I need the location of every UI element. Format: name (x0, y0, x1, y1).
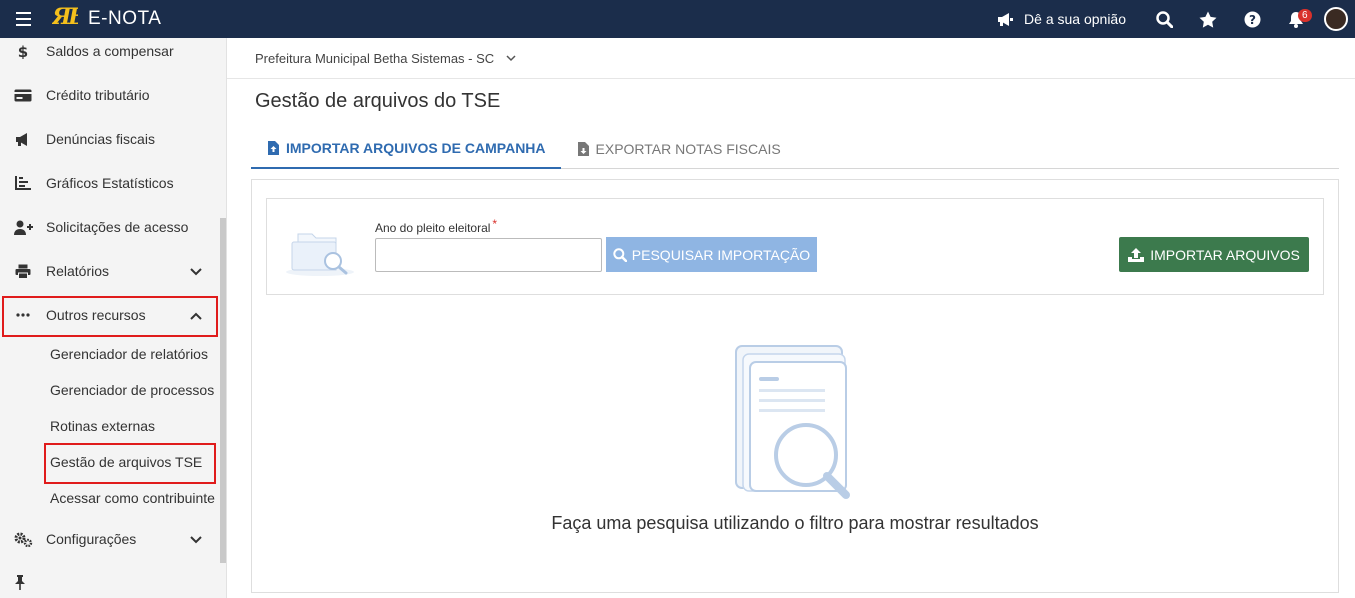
chevron-down-icon (190, 263, 202, 279)
submenu-item-gerenciador-processos[interactable]: Gerenciador de processos (50, 372, 218, 408)
search-import-button[interactable]: PESQUISAR IMPORTAÇÃO (606, 237, 817, 272)
svg-text:$: $ (18, 43, 28, 59)
sidebar-item-label: Denúncias fiscais (46, 131, 155, 147)
sidebar-item-graficos[interactable]: Gráficos Estatísticos (0, 161, 220, 205)
file-upload-icon (268, 141, 279, 155)
feedback-button[interactable]: Dê a sua opnião (997, 11, 1126, 27)
tab-bar: IMPORTAR ARQUIVOS DE CAMPANHA EXPORTAR N… (251, 129, 1339, 169)
highlight-outros-recursos (2, 296, 218, 337)
notifications-button[interactable]: 6 (1274, 8, 1318, 28)
star-icon (1199, 11, 1217, 28)
year-input[interactable] (375, 238, 602, 272)
search-icon (1155, 10, 1173, 28)
user-avatar[interactable] (1324, 7, 1348, 31)
tab-label: EXPORTAR NOTAS FISCAIS (595, 141, 781, 157)
search-import-label: PESQUISAR IMPORTAÇÃO (631, 246, 811, 263)
sidebar-item-credito[interactable]: Crédito tributário (0, 73, 220, 117)
user-plus-icon (0, 220, 46, 235)
svg-text:ЯB: ЯB (52, 4, 78, 28)
megaphone-icon (998, 12, 1014, 26)
submenu-item-rotinas-externas[interactable]: Rotinas externas (50, 408, 220, 444)
file-download-icon (577, 142, 589, 156)
import-files-button[interactable]: IMPORTAR ARQUIVOS (1119, 237, 1309, 272)
sidebar: $ Saldos a compensar Crédito tributário … (0, 38, 227, 598)
credit-card-icon (0, 89, 46, 102)
required-mark: * (492, 217, 498, 231)
sidebar-item-label: Saldos a compensar (46, 43, 174, 59)
empty-document-search-icon (728, 342, 858, 509)
sidebar-item-label: Crédito tributário (46, 87, 150, 103)
help-button[interactable]: ? (1230, 11, 1274, 28)
svg-text:?: ? (1249, 13, 1256, 27)
tab-exportar-notas[interactable]: EXPORTAR NOTAS FISCAIS (561, 129, 796, 169)
year-field-label: Ano do pleito eleitoral * (375, 217, 497, 235)
sidebar-scrollbar[interactable] (220, 218, 226, 563)
favorites-button[interactable] (1186, 11, 1230, 28)
tab-importar-arquivos[interactable]: IMPORTAR ARQUIVOS DE CAMPANHA (251, 129, 561, 169)
sidebar-item-relatorios[interactable]: Relatórios (0, 249, 220, 293)
search-button[interactable] (1142, 10, 1186, 28)
sidebar-item-label: Relatórios (46, 263, 110, 279)
folder-search-icon (284, 228, 356, 283)
year-field-label-text: Ano do pleito eleitoral (375, 221, 491, 235)
upload-icon (1128, 247, 1145, 262)
notification-badge: 6 (1298, 8, 1312, 22)
import-files-label: IMPORTAR ARQUIVOS (1150, 246, 1300, 263)
sidebar-item-solicitacoes[interactable]: Solicitações de acesso (0, 205, 220, 249)
pin-icon[interactable] (14, 575, 26, 595)
chevron-down-icon (190, 531, 202, 547)
help-icon: ? (1244, 11, 1260, 27)
sidebar-item-configuracoes[interactable]: Configurações (0, 517, 220, 561)
sidebar-item-saldos[interactable]: $ Saldos a compensar (0, 29, 220, 73)
entity-selector[interactable]: Prefeitura Municipal Betha Sistemas - SC (227, 38, 1355, 79)
menu-icon[interactable] (0, 10, 46, 28)
submenu-item-gerenciador-relatorios[interactable]: Gerenciador de relatórios (50, 336, 220, 372)
tab-label: IMPORTAR ARQUIVOS DE CAMPANHA (286, 140, 546, 156)
dollar-icon: $ (0, 43, 46, 59)
feedback-label: Dê a sua opnião (1024, 11, 1126, 27)
megaphone-icon (0, 132, 46, 147)
page-title: Gestão de arquivos do TSE (255, 90, 501, 112)
highlight-gestao-tse (44, 443, 216, 484)
printer-icon (0, 264, 46, 279)
app-title: E-NOTA (88, 8, 162, 29)
chevron-down-icon (506, 54, 516, 61)
submenu-item-acessar-contribuinte[interactable]: Acessar como contribuinte (50, 480, 218, 516)
empty-state-message: Faça uma pesquisa utilizando o filtro pa… (551, 513, 1039, 533)
search-icon (613, 247, 627, 262)
sidebar-item-label: Solicitações de acesso (46, 219, 189, 235)
gears-icon (0, 532, 46, 547)
sidebar-item-denuncias[interactable]: Denúncias fiscais (0, 117, 220, 161)
sidebar-item-label: Gráficos Estatísticos (46, 175, 174, 191)
sidebar-item-label: Configurações (46, 531, 137, 547)
chart-icon (0, 176, 46, 190)
entity-name: Prefeitura Municipal Betha Sistemas - SC (255, 50, 495, 66)
